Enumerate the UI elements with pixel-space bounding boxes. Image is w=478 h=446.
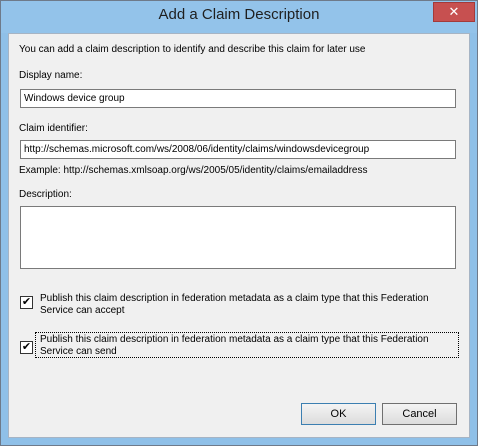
close-icon: ✕ <box>448 4 460 19</box>
publish-accept-label-line2: Service can accept <box>40 305 125 316</box>
publish-send-label[interactable]: Publish this claim description in federa… <box>40 334 460 358</box>
claim-identifier-input[interactable]: http://schemas.microsoft.com/ws/2008/06/… <box>20 140 456 159</box>
publish-accept-label[interactable]: Publish this claim description in federa… <box>40 293 460 317</box>
dialog-title: Add a Claim Description <box>158 6 320 23</box>
publish-accept-label-line1: Publish this claim description in federa… <box>40 293 429 304</box>
close-button[interactable]: ✕ <box>433 2 475 22</box>
checkmark-icon: ✔ <box>21 296 32 308</box>
ok-button[interactable]: OK <box>301 403 376 425</box>
claim-identifier-example: Example: http://schemas.xmlsoap.org/ws/2… <box>19 165 368 176</box>
display-name-input[interactable]: Windows device group <box>20 89 456 108</box>
intro-text: You can add a claim description to ident… <box>19 44 366 55</box>
publish-accept-checkbox[interactable]: ✔ <box>20 296 33 309</box>
title-bar[interactable]: Add a Claim Description ✕ <box>1 1 477 33</box>
description-label: Description: <box>19 189 72 200</box>
description-textarea[interactable] <box>20 206 456 269</box>
dialog-body: You can add a claim description to ident… <box>8 33 470 438</box>
cancel-button[interactable]: Cancel <box>382 403 457 425</box>
claim-identifier-label: Claim identifier: <box>19 123 88 134</box>
checkmark-icon: ✔ <box>21 341 32 353</box>
publish-send-checkbox[interactable]: ✔ <box>20 341 33 354</box>
publish-send-label-line1: Publish this claim description in federa… <box>40 334 429 345</box>
display-name-label: Display name: <box>19 70 83 81</box>
publish-send-label-line2: Service can send <box>40 346 117 357</box>
add-claim-description-dialog: Add a Claim Description ✕ You can add a … <box>0 0 478 446</box>
